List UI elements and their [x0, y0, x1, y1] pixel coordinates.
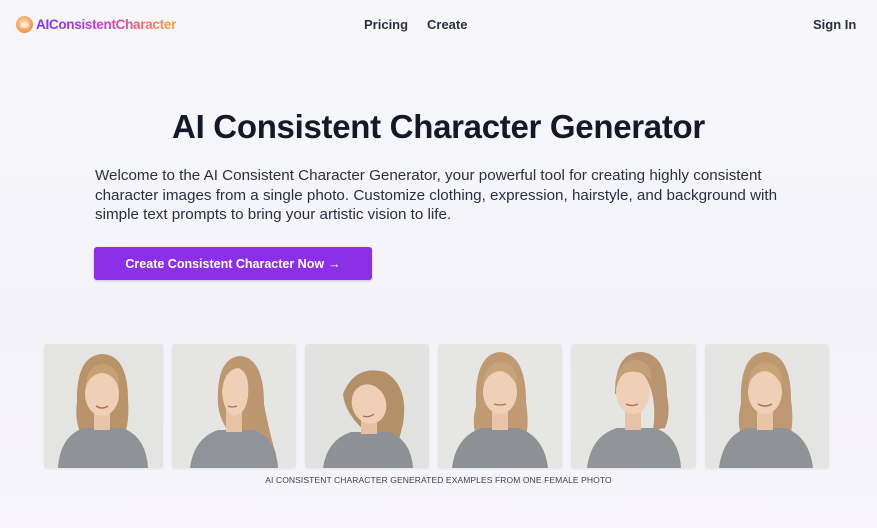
woman-portrait-image: [438, 344, 562, 468]
hero-title: AI Consistent Character Generator: [172, 108, 705, 145]
example-photo-2: [172, 344, 296, 468]
hero-description: Welcome to the AI Consistent Character G…: [95, 167, 778, 223]
example-photo-1: [44, 344, 163, 468]
example-photo-3: [305, 344, 429, 468]
example-photo-6: [705, 344, 829, 468]
arrow-right-icon: →: [328, 256, 341, 271]
avatar-logo-icon: [16, 16, 33, 33]
woman-portrait-image: [705, 344, 829, 468]
top-navbar: AIConsistentCharacter Pricing Create Sig…: [0, 0, 877, 50]
sign-in-link[interactable]: Sign In: [813, 17, 856, 32]
nav-link-pricing[interactable]: Pricing: [364, 17, 408, 32]
logo-text: AIConsistentCharacter: [36, 17, 176, 32]
woman-portrait-image: [571, 344, 696, 468]
cta-label: Create Consistent Character Now: [125, 256, 325, 271]
nav-link-create[interactable]: Create: [427, 17, 467, 32]
gallery-caption: AI CONSISTENT CHARACTER GENERATED EXAMPL…: [265, 475, 612, 485]
create-character-button[interactable]: Create Consistent Character Now →: [94, 247, 372, 280]
logo-link[interactable]: AIConsistentCharacter: [16, 16, 176, 33]
example-photo-4: [438, 344, 562, 468]
example-photo-5: [571, 344, 696, 468]
woman-portrait-image: [305, 344, 429, 468]
woman-portrait-image: [172, 344, 296, 468]
woman-portrait-image: [44, 344, 163, 468]
example-gallery: [0, 344, 877, 469]
